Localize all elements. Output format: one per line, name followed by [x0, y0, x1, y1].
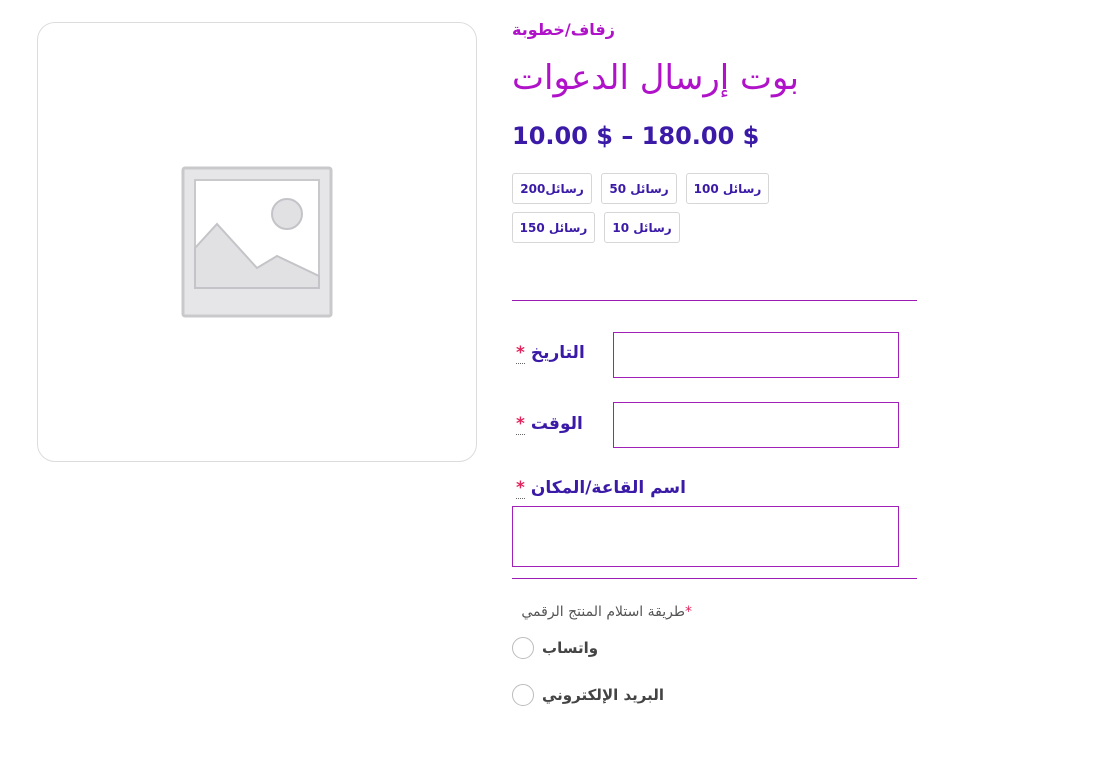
product-image-placeholder[interactable] — [37, 22, 477, 462]
variation-50-messages-button[interactable]: رسائل 50 — [601, 173, 677, 204]
variation-150-messages-button[interactable]: رسائل 150 — [512, 212, 595, 243]
date-input[interactable] — [613, 332, 899, 378]
variation-100-messages-button[interactable]: رسائل 100 — [686, 173, 769, 204]
image-placeholder-icon — [181, 166, 333, 318]
product-page: زفاف/خطوبة بوت إرسال الدعوات 10.00 $ – 1… — [0, 0, 1109, 779]
form-top-divider — [512, 300, 917, 301]
product-category-breadcrumb[interactable]: زفاف/خطوبة — [512, 20, 932, 39]
delivery-method-label: *طريقة استلام المنتج الرقمي — [521, 604, 692, 620]
venue-field-label: اسم القاعة/المكان * — [516, 478, 686, 499]
form-bottom-divider — [512, 578, 917, 579]
variation-200-messages-button[interactable]: رسائل200 — [512, 173, 592, 204]
whatsapp-radio[interactable] — [512, 637, 534, 659]
variation-10-messages-button[interactable]: رسائل 10 — [604, 212, 680, 243]
email-option-label[interactable]: البريد الإلكتروني — [542, 686, 664, 704]
whatsapp-option-label[interactable]: واتساب — [542, 639, 598, 657]
date-field-label: التاريخ * — [516, 343, 585, 364]
product-title: بوت إرسال الدعوات — [512, 58, 800, 98]
product-price: 10.00 $ – 180.00 $ — [512, 122, 760, 150]
required-marker: * — [516, 478, 525, 499]
time-field-label: الوقت * — [516, 414, 583, 435]
required-marker: * — [516, 414, 525, 435]
delivery-option-whatsapp[interactable]: واتساب — [512, 637, 598, 659]
venue-input[interactable] — [512, 506, 899, 567]
email-radio[interactable] — [512, 684, 534, 706]
delivery-option-email[interactable]: البريد الإلكتروني — [512, 684, 664, 706]
required-marker: * — [516, 343, 525, 364]
time-input[interactable] — [613, 402, 899, 448]
